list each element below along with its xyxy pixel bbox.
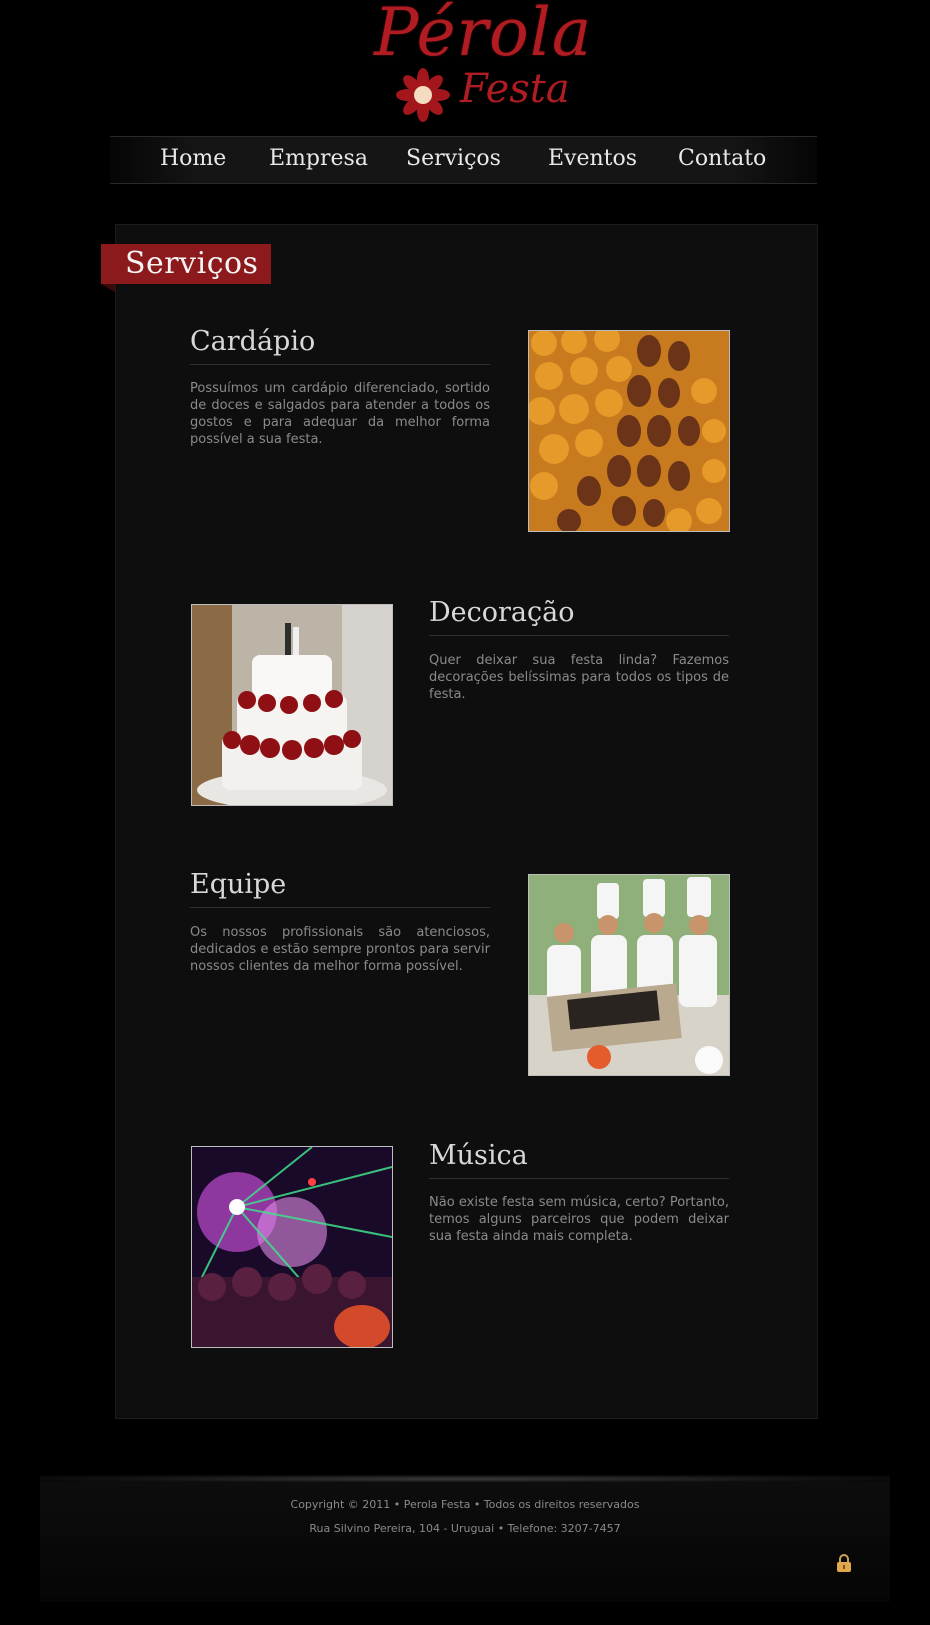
nav-item-eventos[interactable]: Eventos [548,146,637,171]
page: Pérola Festa Home Empresa Serviços Event… [0,0,930,1625]
wedding-cake-photo [191,604,393,806]
divider [190,364,490,365]
page-title: Serviços [101,244,271,284]
nav-item-empresa[interactable]: Empresa [269,146,368,171]
divider [429,635,729,636]
lock-icon[interactable] [836,1553,852,1573]
logo-word-festa: Festa [460,66,570,112]
snacks-image [529,331,729,531]
logo-word-perola: Pérola [374,0,593,71]
savory-snacks-photo [528,330,730,532]
footer-address: Rua Silvino Pereira, 104 - Uruguai • Tel… [309,1522,621,1535]
chef-team-photo [528,874,730,1076]
footer-copyright: Copyright © 2011 • Perola Festa • Todos … [290,1498,640,1511]
nav-item-home[interactable]: Home [160,146,226,171]
party-image [192,1147,392,1347]
ribbon-fold [101,284,115,292]
site-logo[interactable]: Pérola Festa [360,0,591,125]
service-title-decoracao: Decoração [429,597,575,628]
party-lights-photo [191,1146,393,1348]
service-text-equipe: Os nossos profissionais são atenciosos, … [190,925,490,974]
service-title-cardapio: Cardápio [190,326,316,357]
divider [190,907,490,908]
service-text-cardapio: Possuímos um cardápio diferenciado, sort… [190,381,490,447]
nav-item-contato[interactable]: Contato [678,146,766,171]
service-title-musica: Música [429,1140,528,1171]
divider [429,1178,729,1179]
service-text-musica: Não existe festa sem música, certo? Port… [429,1195,729,1244]
flower-icon [396,68,450,122]
main-nav: Home Empresa Serviços Eventos Contato [110,136,817,184]
service-text-decoracao: Quer deixar sua festa linda? Fazemos dec… [429,653,729,702]
nav-item-servicos[interactable]: Serviços [406,146,501,171]
cake-image [192,605,392,805]
chefs-image [529,875,729,1075]
service-title-equipe: Equipe [190,869,287,900]
